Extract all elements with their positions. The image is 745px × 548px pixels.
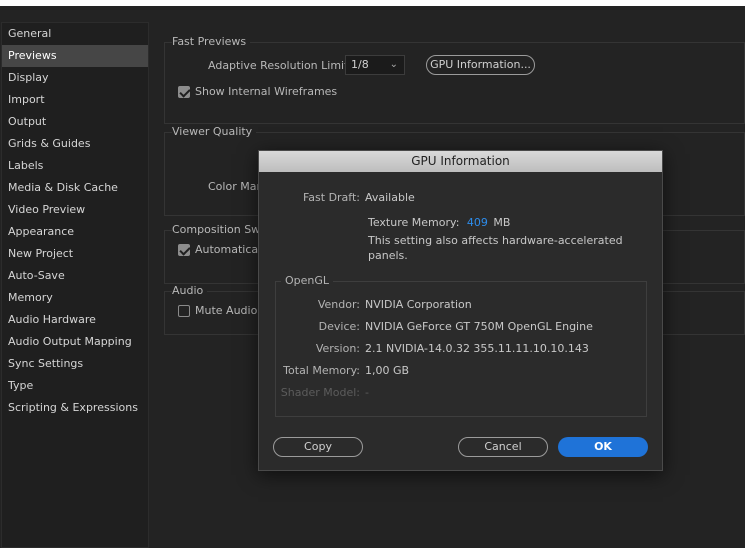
sidebar-item-video-preview[interactable]: Video Preview — [2, 199, 148, 221]
sidebar-item-sync-settings[interactable]: Sync Settings — [2, 353, 148, 375]
color-management-label: Color Man — [208, 180, 264, 193]
sidebar-item-import[interactable]: Import — [2, 89, 148, 111]
total-memory-value: 1,00 GB — [365, 364, 410, 377]
shader-model-label: Shader Model: — [280, 386, 360, 399]
shader-model-value: - — [365, 386, 369, 399]
dialog-title: GPU Information — [259, 151, 662, 172]
sidebar-item-grids-guides[interactable]: Grids & Guides — [2, 133, 148, 155]
sidebar-item-audio-hardware[interactable]: Audio Hardware — [2, 309, 148, 331]
sidebar-item-new-project[interactable]: New Project — [2, 243, 148, 265]
opengl-title: OpenGL — [281, 274, 334, 287]
sidebar-item-type[interactable]: Type — [2, 375, 148, 397]
sidebar-item-media-disk-cache[interactable]: Media & Disk Cache — [2, 177, 148, 199]
preferences-sidebar: General Previews Display Import Output G… — [1, 22, 149, 548]
sidebar-item-previews[interactable]: Previews — [2, 45, 148, 67]
ok-button[interactable]: OK — [558, 437, 648, 457]
texture-note-line-2: panels. — [368, 249, 408, 262]
gpu-information-button[interactable]: GPU Information... — [426, 55, 535, 75]
sidebar-item-scripting-expressions[interactable]: Scripting & Expressions — [2, 397, 148, 419]
adaptive-resolution-value: 1/8 — [351, 58, 369, 71]
device-value: NVIDIA GeForce GT 750M OpenGL Engine — [365, 320, 593, 333]
sidebar-item-audio-output-mapping[interactable]: Audio Output Mapping — [2, 331, 148, 353]
adaptive-resolution-select[interactable]: 1/8 ⌄ — [345, 55, 405, 75]
composition-switches-title: Composition Swit — [172, 223, 272, 236]
sidebar-item-labels[interactable]: Labels — [2, 155, 148, 177]
sidebar-item-auto-save[interactable]: Auto-Save — [2, 265, 148, 287]
sidebar-item-memory[interactable]: Memory — [2, 287, 148, 309]
texture-memory-value[interactable]: 409 — [467, 216, 488, 229]
texture-memory-label: Texture Memory: — [368, 216, 460, 229]
version-value: 2.1 NVIDIA-14.0.32 355.11.11.10.10.143 — [365, 342, 589, 355]
fast-previews-title: Fast Previews — [172, 35, 251, 48]
texture-note-line-1: This setting also affects hardware-accel… — [368, 234, 623, 247]
sidebar-item-display[interactable]: Display — [2, 67, 148, 89]
cancel-button[interactable]: Cancel — [458, 437, 548, 457]
vendor-label: Vendor: — [317, 298, 360, 311]
fast-draft-value: Available — [365, 191, 415, 204]
fast-draft-label: Fast Draft: — [302, 191, 360, 204]
total-memory-label: Total Memory: — [283, 364, 360, 377]
show-internal-wireframes-checkbox[interactable] — [178, 86, 190, 98]
viewer-quality-title: Viewer Quality — [172, 125, 257, 138]
mute-audio-checkbox[interactable] — [178, 305, 190, 317]
composition-auto-label: Automaticall — [195, 243, 265, 256]
top-edge — [0, 0, 745, 6]
sidebar-item-appearance[interactable]: Appearance — [2, 221, 148, 243]
vendor-value: NVIDIA Corporation — [365, 298, 472, 311]
adaptive-resolution-label: Adaptive Resolution Limit: — [208, 59, 353, 72]
chevron-down-icon: ⌄ — [389, 59, 398, 70]
composition-auto-checkbox[interactable] — [178, 244, 190, 256]
texture-memory-unit: MB — [493, 216, 511, 229]
gpu-information-dialog: GPU Information Fast Draft: Available Te… — [258, 150, 663, 471]
sidebar-item-output[interactable]: Output — [2, 111, 148, 133]
show-internal-wireframes-label: Show Internal Wireframes — [195, 85, 338, 98]
copy-button[interactable]: Copy — [273, 437, 363, 457]
device-label: Device: — [318, 320, 360, 333]
texture-memory-row: Texture Memory: 409 MB — [368, 216, 510, 229]
audio-title: Audio — [172, 284, 208, 297]
version-label: Version: — [315, 342, 360, 355]
sidebar-item-general[interactable]: General — [2, 23, 148, 45]
